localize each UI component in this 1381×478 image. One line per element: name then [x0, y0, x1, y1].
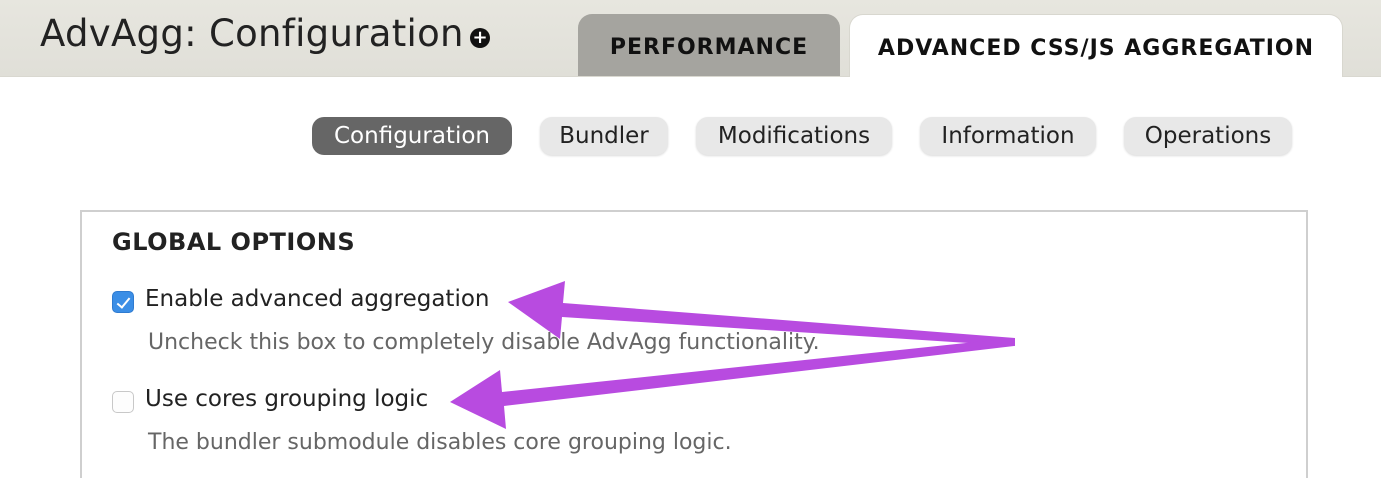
- secondary-tab-label: Modifications: [717, 123, 871, 149]
- use-cores-grouping-logic-checkbox[interactable]: [112, 391, 134, 413]
- enable-advanced-aggregation-label[interactable]: Enable advanced aggregation: [145, 286, 489, 312]
- secondary-tab-label: Configuration: [334, 123, 490, 149]
- secondary-tab-label: Bundler: [559, 123, 649, 149]
- use-cores-grouping-logic-label[interactable]: Use cores grouping logic: [145, 386, 428, 412]
- page-header: AdvAgg: Configuration + PERFORMANCE ADVA…: [0, 0, 1381, 77]
- enable-advanced-aggregation-checkbox[interactable]: [112, 291, 134, 313]
- tab-advanced-aggregation-label: ADVANCED CSS/JS AGGREGATION: [877, 35, 1315, 61]
- enable-advanced-aggregation-description: Uncheck this box to completely disable A…: [148, 330, 820, 355]
- secondary-tab-bundler[interactable]: Bundler: [540, 117, 668, 155]
- tab-advanced-aggregation[interactable]: ADVANCED CSS/JS AGGREGATION: [849, 14, 1343, 77]
- tab-performance[interactable]: PERFORMANCE: [578, 14, 840, 76]
- checkmark-icon: [116, 294, 131, 309]
- use-cores-grouping-logic-description: The bundler submodule disables core grou…: [148, 430, 732, 455]
- secondary-tab-operations[interactable]: Operations: [1124, 117, 1292, 155]
- secondary-tab-information[interactable]: Information: [920, 117, 1096, 155]
- page: AdvAgg: Configuration + PERFORMANCE ADVA…: [0, 0, 1381, 478]
- add-shortcut-icon[interactable]: +: [470, 28, 490, 48]
- tab-performance-label: PERFORMANCE: [609, 34, 809, 60]
- secondary-tab-label: Operations: [1144, 123, 1272, 149]
- global-options-legend: GLOBAL OPTIONS: [112, 228, 356, 256]
- secondary-tab-modifications[interactable]: Modifications: [696, 117, 892, 155]
- secondary-tab-configuration[interactable]: Configuration: [312, 117, 512, 155]
- secondary-tab-label: Information: [941, 123, 1075, 149]
- page-title: AdvAgg: Configuration: [40, 12, 464, 55]
